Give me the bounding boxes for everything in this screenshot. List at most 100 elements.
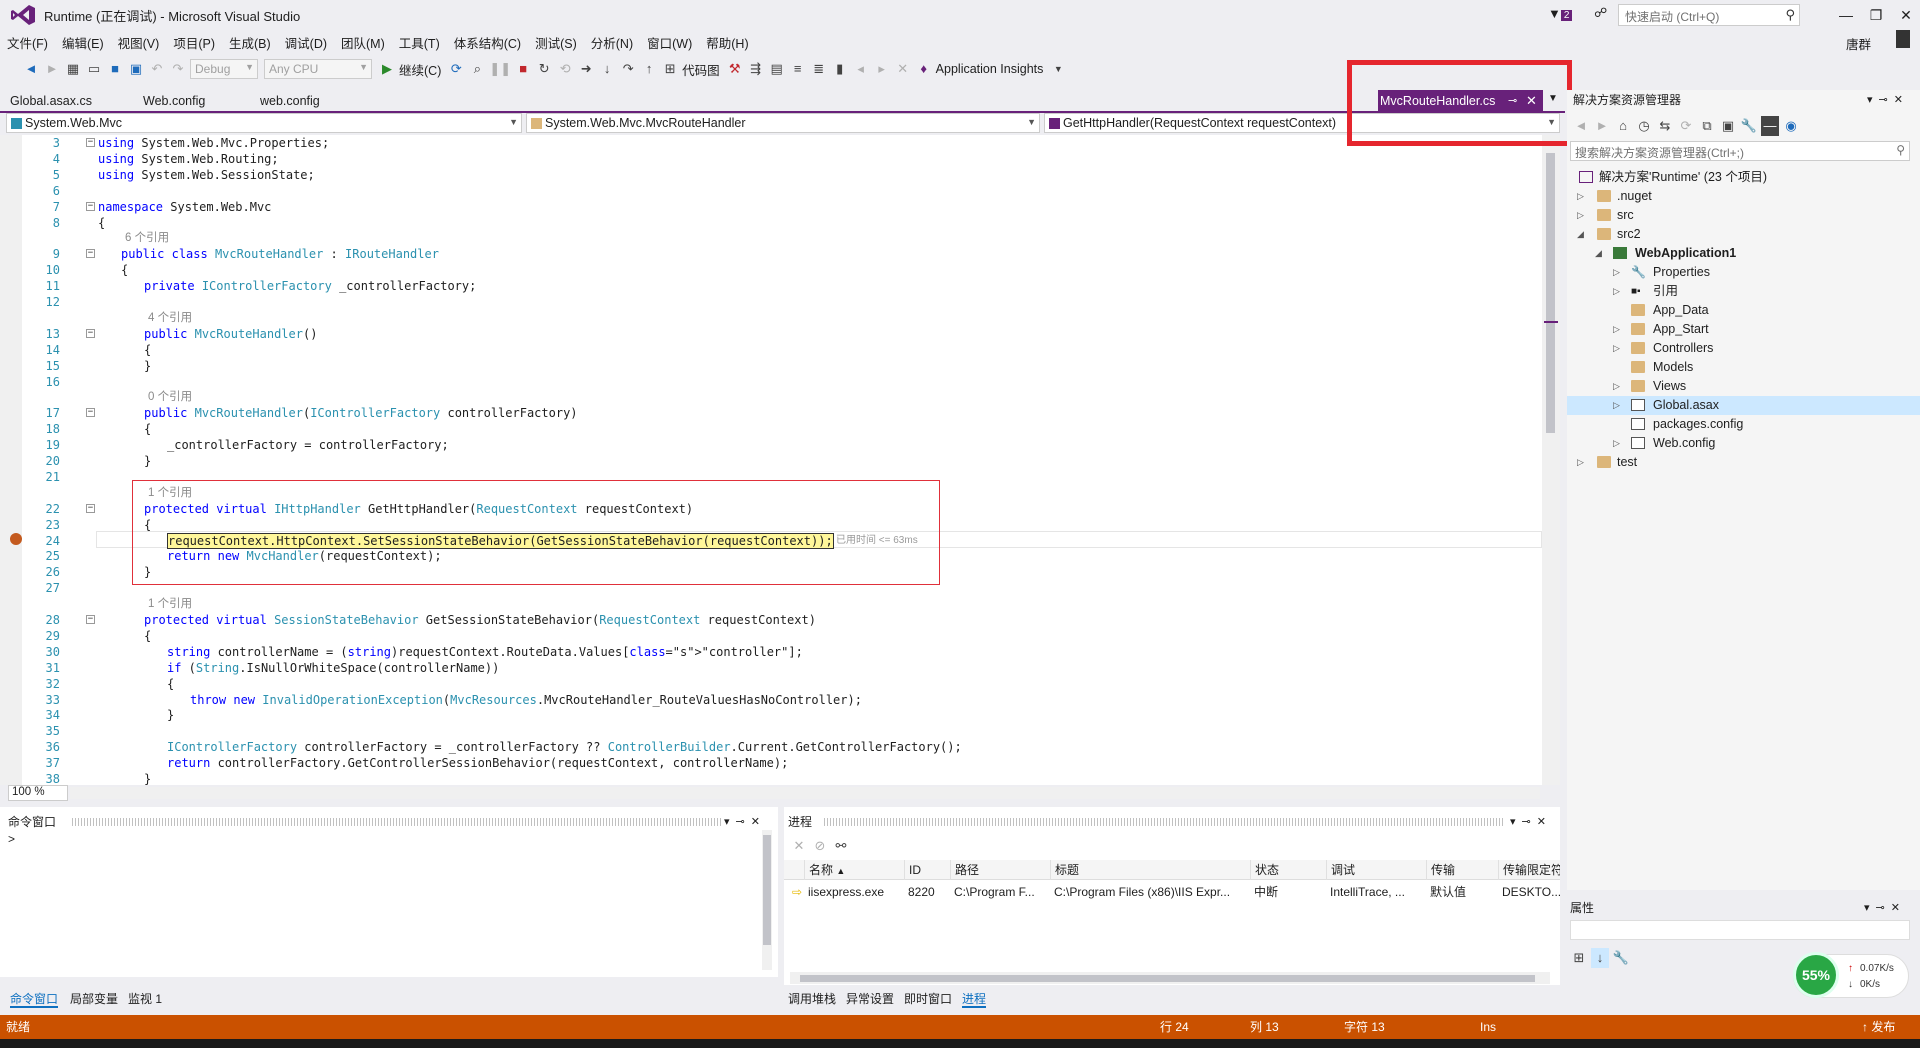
collapse-region-icon[interactable]: − — [86, 615, 95, 624]
open-file-icon[interactable]: ▭ — [85, 59, 103, 79]
save-icon[interactable]: ■ — [106, 59, 124, 79]
collapse-region-icon[interactable]: − — [86, 201, 95, 211]
publish-button[interactable]: ↑ 发布 — [1862, 1015, 1895, 1039]
bookmark-icon[interactable]: ▮ — [831, 59, 849, 79]
column-qualifier[interactable]: 传输限定符 — [1498, 860, 1560, 880]
column-name[interactable]: 名称 ▲ — [804, 860, 892, 880]
find-icon[interactable]: ⌕ — [468, 59, 486, 79]
collapse-region-icon[interactable]: − — [86, 328, 95, 338]
collapse-region-icon[interactable]: − — [86, 408, 95, 418]
collapse-icon[interactable]: ◢ — [1577, 225, 1584, 244]
notification-flag-icon[interactable]: ▼ 2 — [1548, 6, 1573, 21]
menu-team[interactable]: 团队(M) — [334, 33, 392, 52]
menu-view[interactable]: 视图(V) — [111, 33, 167, 52]
scroll-thumb[interactable] — [763, 835, 771, 945]
tab-web-config-2[interactable]: web.config — [260, 90, 320, 112]
table-row[interactable]: ⇨ iisexpress.exe 8220 C:\Program F... C:… — [784, 882, 1560, 902]
home-icon[interactable]: ⌂ — [1614, 116, 1632, 136]
step-out-icon[interactable]: ↑ — [640, 59, 658, 79]
sync-icon[interactable]: ⇆ — [1656, 116, 1674, 136]
tab-immediate-window[interactable]: 即时窗口 — [904, 990, 952, 1008]
forward-icon[interactable]: ► — [43, 59, 61, 79]
uncomment-icon[interactable]: ≣ — [810, 59, 828, 79]
platform-select[interactable]: Any CPU ▼ — [264, 59, 372, 79]
tree-item-test[interactable]: ▷ test — [1567, 453, 1920, 472]
show-all-files-icon[interactable]: ▣ — [1719, 116, 1737, 136]
panel-controls[interactable]: ▾⊸✕ — [1864, 898, 1906, 918]
project-dropdown[interactable]: System.Web.Mvc ▼ — [6, 113, 522, 133]
code-map-button[interactable]: 代码图 — [682, 60, 720, 79]
preview-icon[interactable]: — — [1761, 116, 1779, 136]
history-icon[interactable]: ◷ — [1635, 116, 1653, 136]
expand-icon[interactable]: ▷ — [1613, 396, 1620, 415]
type-dropdown[interactable]: System.Web.Mvc.MvcRouteHandler ▼ — [526, 113, 1040, 133]
maximize-button[interactable]: ❐ — [1862, 4, 1890, 26]
column-id[interactable]: ID — [904, 860, 950, 880]
terminate-icon[interactable]: ⊘ — [811, 836, 829, 856]
editor-vertical-scrollbar[interactable] — [1542, 135, 1560, 785]
detach-icon[interactable]: ✕ — [790, 836, 808, 856]
save-all-icon[interactable]: ▣ — [127, 59, 145, 79]
tab-command-window[interactable]: 命令窗口 — [10, 990, 59, 1008]
codelens-link[interactable]: 1 个引用 — [148, 596, 192, 612]
threads-icon[interactable]: ⇶ — [747, 59, 765, 79]
network-percent[interactable]: 55% — [1793, 952, 1839, 998]
expand-icon[interactable]: ▷ — [1613, 320, 1620, 339]
tree-item-references[interactable]: ▷ ■▪ 引用 — [1567, 282, 1920, 301]
restart-icon[interactable]: ↻ — [535, 59, 553, 79]
collapse-icon[interactable]: ◢ — [1595, 244, 1602, 263]
tab-web-config[interactable]: Web.config — [143, 90, 205, 112]
menu-edit[interactable]: 编辑(E) — [55, 33, 111, 52]
expand-icon[interactable]: ▷ — [1613, 377, 1620, 396]
tab-locals[interactable]: 局部变量 — [70, 990, 118, 1008]
tab-exception-settings[interactable]: 异常设置 — [846, 990, 894, 1008]
hot-reload-icon[interactable]: ⟲ — [556, 59, 574, 79]
tab-global-asax-cs[interactable]: Global.asax.cs — [10, 90, 92, 112]
refresh-icon[interactable]: ⟳ — [447, 59, 465, 79]
panel-controls[interactable]: ▾⊸✕ — [724, 812, 766, 832]
back-icon[interactable]: ◄ — [1572, 116, 1590, 136]
code-map-icon[interactable]: ⊞ — [661, 59, 679, 79]
clear-bookmark-icon[interactable]: ✕ — [894, 59, 912, 79]
expand-icon[interactable]: ▷ — [1577, 453, 1584, 472]
menu-help[interactable]: 帮助(H) — [699, 33, 755, 52]
back-icon[interactable]: ◄ — [22, 59, 40, 79]
column-title[interactable]: 标题 — [1050, 860, 1250, 880]
column-path[interactable]: 路径 — [950, 860, 1050, 880]
column-debug[interactable]: 调试 — [1326, 860, 1426, 880]
tree-item-models[interactable]: Models — [1567, 358, 1920, 377]
properties-object-select[interactable] — [1570, 920, 1910, 940]
codelens-link[interactable]: 6 个引用 — [125, 230, 169, 246]
chevron-down-icon[interactable]: ▼ — [1049, 59, 1067, 79]
expand-icon[interactable]: ▷ — [1613, 434, 1620, 453]
solution-explorer-search-input[interactable]: 搜索解决方案资源管理器(Ctrl+;) ⚲ — [1570, 141, 1910, 161]
forward-icon[interactable]: ► — [1593, 116, 1611, 136]
collapse-region-icon[interactable]: − — [86, 138, 95, 147]
browser-icon[interactable]: ◉ — [1782, 116, 1800, 136]
expand-icon[interactable]: ▷ — [1613, 263, 1620, 282]
show-next-statement-icon[interactable]: ➜ — [577, 59, 595, 79]
scroll-thumb[interactable] — [1546, 153, 1555, 433]
tree-item-src2[interactable]: ◢ src2 — [1567, 225, 1920, 244]
next-bookmark-icon[interactable]: ▸ — [873, 59, 891, 79]
column-transport[interactable]: 传输 — [1426, 860, 1498, 880]
collapse-region-icon[interactable]: − — [86, 503, 95, 513]
collapse-all-icon[interactable]: ⧉ — [1698, 116, 1716, 136]
prev-bookmark-icon[interactable]: ◂ — [852, 59, 870, 79]
continue-icon[interactable]: ▶ — [378, 59, 396, 79]
tree-item-src[interactable]: ▷ src — [1567, 206, 1920, 225]
menu-file[interactable]: 文件(F) — [0, 33, 55, 52]
menu-test[interactable]: 测试(S) — [528, 33, 584, 52]
scroll-thumb[interactable] — [800, 975, 1535, 982]
refresh-icon[interactable]: ⟳ — [1677, 116, 1695, 136]
menu-architecture[interactable]: 体系结构(C) — [447, 33, 528, 52]
editor-horizontal-scrollbar[interactable] — [70, 787, 1540, 799]
user-name[interactable]: 唐群 — [1846, 34, 1871, 53]
expand-icon[interactable]: ▷ — [1613, 282, 1620, 301]
continue-button[interactable]: 继续(C) — [399, 60, 441, 79]
processes-horizontal-scrollbar[interactable] — [790, 972, 1550, 984]
exception-icon[interactable]: ⚒ — [726, 59, 744, 79]
tree-item-views[interactable]: ▷ Views — [1567, 377, 1920, 396]
column-state[interactable]: 状态 — [1250, 860, 1326, 880]
menu-tools[interactable]: 工具(T) — [392, 33, 447, 52]
